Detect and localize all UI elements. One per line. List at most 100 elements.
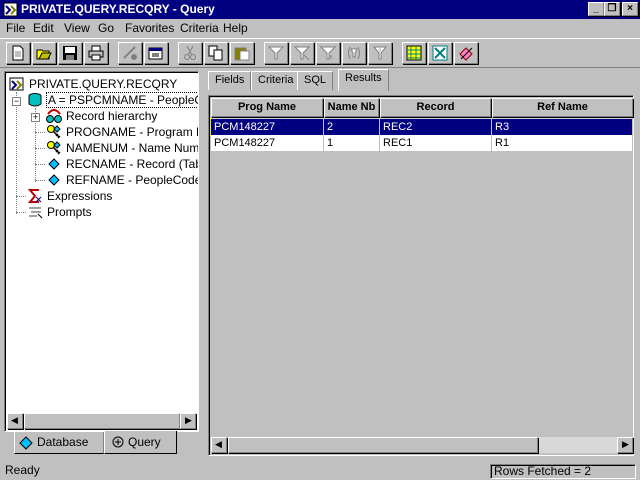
cell-prog-name: PCM148227 xyxy=(211,119,324,135)
copy-icon xyxy=(208,45,223,61)
scroll-thumb[interactable] xyxy=(228,437,538,453)
tree-field-label: REFNAME - PeopleCode F xyxy=(66,173,198,187)
menu-bar: File Edit View Go Favorites Criteria Hel… xyxy=(0,19,640,38)
tab-sql[interactable]: SQL xyxy=(297,71,334,90)
expression-button[interactable]: x xyxy=(316,42,340,64)
scroll-left-button[interactable]: ◀ xyxy=(7,413,23,429)
copy-button[interactable] xyxy=(204,42,228,64)
having-icon xyxy=(348,46,360,60)
key-field-icon xyxy=(47,125,61,139)
minimize-button[interactable]: _ xyxy=(588,2,604,16)
cut-button[interactable] xyxy=(178,42,202,64)
scroll-thumb[interactable] xyxy=(24,413,180,429)
save-button[interactable] xyxy=(58,42,82,64)
arrow-left-icon: ◀ xyxy=(11,415,18,425)
table-row[interactable]: PCM148227 1 REC1 R1 xyxy=(211,135,633,151)
prompt-button[interactable]: ? xyxy=(368,42,392,64)
query-icon xyxy=(112,436,124,448)
paste-icon xyxy=(234,47,250,61)
properties-button[interactable] xyxy=(144,42,168,64)
cell-ref-name: R3 xyxy=(492,119,633,135)
menu-view[interactable]: View xyxy=(64,21,90,36)
delete-criteria-button[interactable] xyxy=(290,42,314,64)
having-button[interactable] xyxy=(342,42,366,64)
restore-icon: ❐ xyxy=(607,3,617,14)
run-icon xyxy=(123,46,137,60)
scroll-right-button[interactable]: ▶ xyxy=(180,413,196,429)
clear-button[interactable] xyxy=(454,42,478,64)
toolbar: x ? xyxy=(0,38,640,68)
cell-record: REC2 xyxy=(380,119,492,135)
results-horizontal-scrollbar[interactable]: ◀ ▶ xyxy=(211,437,633,453)
database-icon xyxy=(19,436,33,450)
query-icon xyxy=(9,77,24,91)
prompts-icon xyxy=(29,207,43,219)
clear-icon xyxy=(459,47,473,61)
run-button[interactable] xyxy=(118,42,142,64)
restore-button[interactable]: ❐ xyxy=(604,2,620,16)
column-header-record[interactable]: Record xyxy=(380,98,491,117)
window-title: PRIVATE.QUERY.RECQRY - Query xyxy=(21,2,215,16)
crystal-button[interactable] xyxy=(428,42,452,64)
query-tree-panel: PRIVATE.QUERY.RECQRY − A = PSPCMNAME - P… xyxy=(4,71,199,432)
new-button[interactable] xyxy=(6,42,30,64)
scroll-left-button[interactable]: ◀ xyxy=(211,437,227,453)
field-icon xyxy=(48,174,60,186)
tab-fields[interactable]: Fields xyxy=(208,71,252,90)
tab-criteria[interactable]: Criteria xyxy=(251,71,301,90)
open-icon xyxy=(36,49,52,60)
menu-file[interactable]: File xyxy=(6,21,25,36)
cell-ref-name: R1 xyxy=(492,135,633,151)
menu-go[interactable]: Go xyxy=(98,21,114,36)
record-icon xyxy=(28,93,42,107)
tree-expressions-label: Expressions xyxy=(47,189,113,203)
tree-root-label: PRIVATE.QUERY.RECQRY xyxy=(29,77,178,91)
column-header-prog-name[interactable]: Prog Name xyxy=(211,98,323,117)
tab-database-label: Database xyxy=(37,435,89,449)
cell-name-nb: 2 xyxy=(324,119,380,135)
results-grid: Prog Name Name Nb Record Ref Name PCM148… xyxy=(208,95,634,456)
tree-expand-toggle[interactable]: + xyxy=(31,113,40,122)
grid-button[interactable] xyxy=(402,42,426,64)
tree-field-label: NAMENUM - Name Numbe xyxy=(66,141,198,155)
cell-record: REC1 xyxy=(380,135,492,151)
expression-icon: x xyxy=(320,46,336,61)
scroll-right-button[interactable]: ▶ xyxy=(617,437,633,453)
tab-database[interactable]: Database xyxy=(14,432,104,454)
query-workspace: Fields Criteria SQL Results Prog Name Na… xyxy=(206,69,636,462)
tree-field-label: RECNAME - Record (Table xyxy=(66,157,198,171)
tree-field-label: PROGNAME - Program Na xyxy=(66,125,198,139)
menu-criteria[interactable]: Criteria xyxy=(180,21,219,36)
open-button[interactable] xyxy=(32,42,56,64)
menu-help[interactable]: Help xyxy=(223,21,248,36)
crystal-icon xyxy=(432,45,448,61)
column-header-ref-name[interactable]: Ref Name xyxy=(492,98,633,117)
key-field-icon xyxy=(47,141,61,155)
add-criteria-button[interactable] xyxy=(264,42,288,64)
menu-favorites[interactable]: Favorites xyxy=(125,21,174,36)
tree-horizontal-scrollbar[interactable]: ◀ ▶ xyxy=(7,413,196,429)
tab-results[interactable]: Results xyxy=(338,69,389,91)
add-criteria-icon xyxy=(268,46,284,60)
print-icon xyxy=(88,45,104,61)
tab-query[interactable]: Query xyxy=(104,431,177,454)
title-bar[interactable]: PRIVATE.QUERY.RECQRY - Query _ ❐ × xyxy=(0,0,640,19)
menu-edit[interactable]: Edit xyxy=(33,21,54,36)
close-button[interactable]: × xyxy=(622,2,638,16)
rows-fetched-indicator: Rows Fetched = 2 xyxy=(490,464,636,479)
table-row[interactable]: PCM148227 2 REC2 R3 xyxy=(210,118,634,136)
hierarchy-icon xyxy=(46,109,62,123)
field-icon xyxy=(48,158,60,170)
tree-collapse-toggle[interactable]: − xyxy=(12,97,21,106)
new-icon xyxy=(12,45,24,61)
paste-button[interactable] xyxy=(230,42,254,64)
query-app-icon xyxy=(3,2,18,17)
delete-criteria-icon xyxy=(294,46,310,61)
cut-icon xyxy=(184,45,196,60)
arrow-left-icon: ◀ xyxy=(215,439,222,449)
left-tab-strip: Database Query xyxy=(4,431,199,456)
query-tree: PRIVATE.QUERY.RECQRY − A = PSPCMNAME - P… xyxy=(7,74,198,412)
column-header-name-nb[interactable]: Name Nb xyxy=(324,98,379,117)
print-button[interactable] xyxy=(84,42,108,64)
tab-query-label: Query xyxy=(128,435,161,449)
